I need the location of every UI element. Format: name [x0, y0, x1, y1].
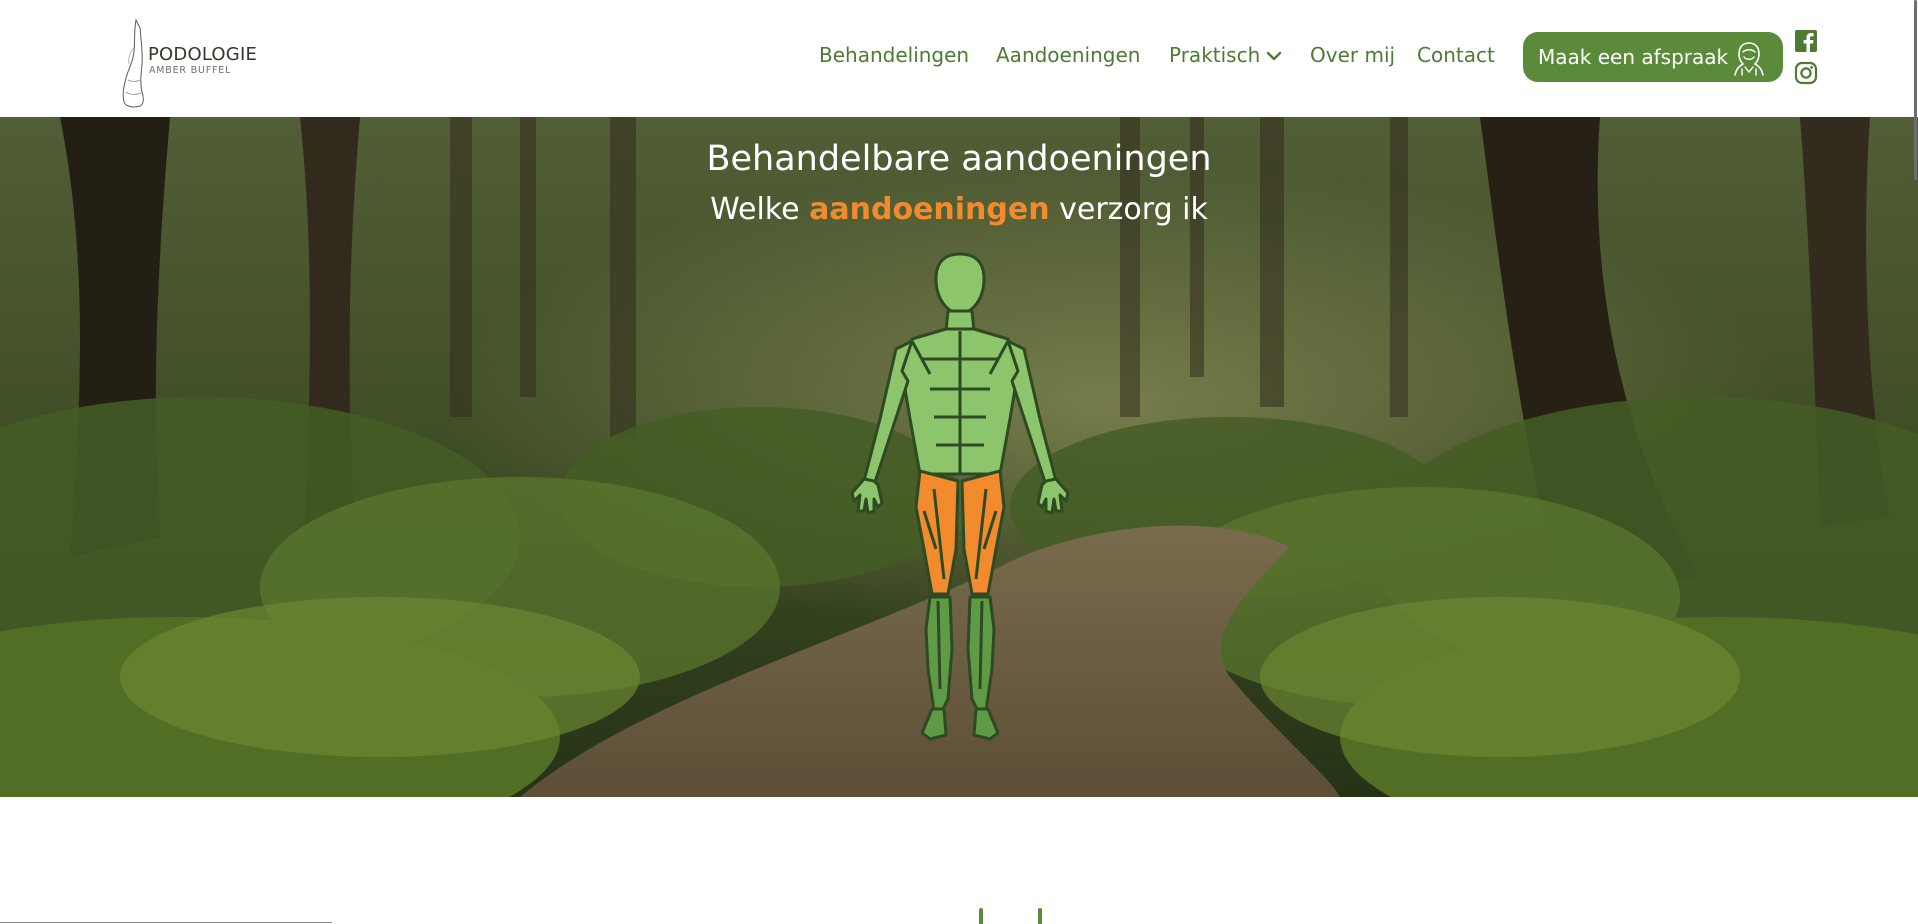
interactive-body-map[interactable]: [850, 249, 1070, 749]
facebook-icon[interactable]: [1795, 30, 1817, 52]
nav-behandelingen[interactable]: Behandelingen: [819, 40, 969, 70]
chevron-down-icon[interactable]: [1266, 51, 1282, 61]
hero-subtitle: Welke aandoeningen verzorg ik: [0, 190, 1918, 230]
body-region-arm-left: [862, 339, 914, 487]
body-region-hand-left: [850, 477, 884, 515]
make-appointment-label: Maak een afspraak: [1538, 45, 1729, 69]
brand-tagline: AMBER BUFFEL: [149, 65, 232, 76]
page-scrollbar[interactable]: [1914, 0, 1917, 180]
nav-over-mij[interactable]: Over mij: [1310, 40, 1395, 70]
instagram-icon[interactable]: [1794, 61, 1818, 85]
body-region-upper-leg-right: [960, 469, 1006, 596]
brand-name: PODOLOGIE: [148, 44, 258, 65]
nav-praktisch[interactable]: Praktisch: [1169, 40, 1260, 70]
person-outline-icon: [1734, 42, 1764, 76]
body-region-head: [934, 252, 986, 317]
body-region-arm-right: [1006, 339, 1058, 487]
hero-title: Behandelbare aandoeningen: [706, 139, 1212, 179]
hero-subtitle-before: Welke: [710, 192, 800, 227]
decorative-mark: [979, 908, 983, 924]
nav-contact[interactable]: Contact: [1417, 40, 1495, 70]
divider: [0, 922, 332, 923]
decorative-mark: [1038, 908, 1042, 924]
hero-subtitle-highlight: aandoeningen: [809, 192, 1050, 227]
body-region-foot-left: [920, 707, 948, 741]
body-region-hand-right: [1036, 477, 1070, 515]
make-appointment-button[interactable]: Maak een afspraak: [1523, 32, 1783, 82]
hero-subtitle-after: verzorg ik: [1059, 192, 1208, 227]
hero-section: Behandelbare aandoeningen Welke aandoeni…: [0, 117, 1918, 797]
body-region-foot-right: [972, 707, 1000, 741]
site-header: PODOLOGIE AMBER BUFFEL Behandelingen Aan…: [0, 0, 1918, 117]
nav-aandoeningen[interactable]: Aandoeningen: [996, 40, 1140, 70]
brand-logo[interactable]: PODOLOGIE AMBER BUFFEL: [114, 18, 264, 110]
content-section: [0, 797, 1918, 924]
body-region-upper-leg-left: [914, 469, 960, 596]
